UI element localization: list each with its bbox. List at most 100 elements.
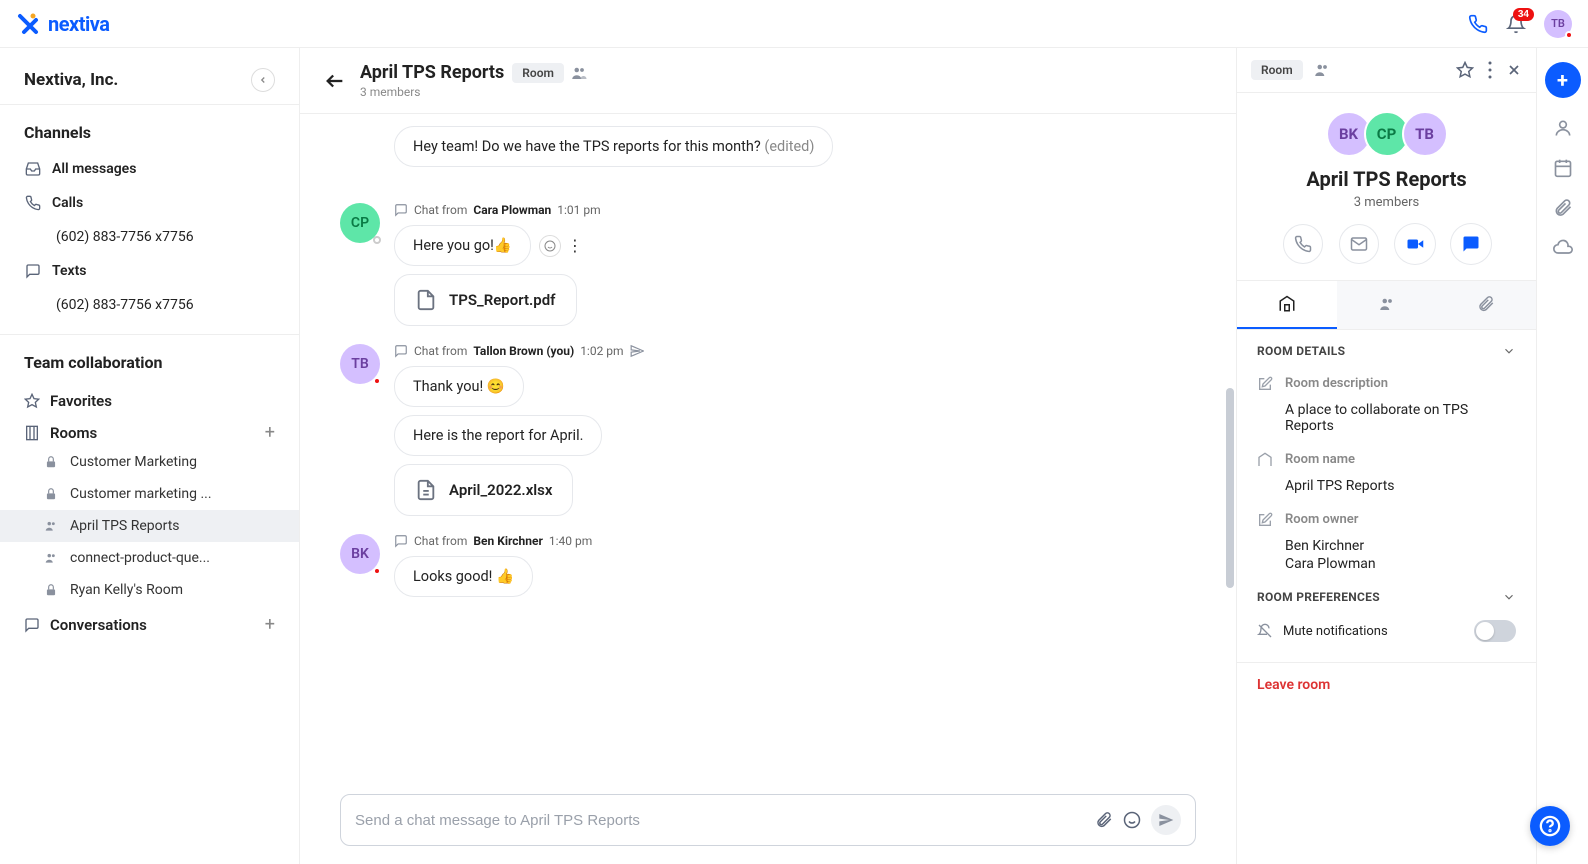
calendar-icon[interactable] xyxy=(1553,158,1573,178)
room-owner-label: Room owner xyxy=(1285,512,1358,528)
message-bubble: Here you go!👍 xyxy=(394,225,531,266)
room-owner-value: Cara Plowman xyxy=(1257,554,1516,572)
message-bubble: Here is the report for April. xyxy=(394,415,602,456)
message-more-button[interactable]: ⋮ xyxy=(567,236,583,255)
logo[interactable]: nextiva xyxy=(16,12,109,36)
channels-heading: Channels xyxy=(0,105,299,152)
nav-conversations[interactable]: Conversations xyxy=(24,616,147,634)
topbar-call-button[interactable] xyxy=(1468,14,1488,34)
tab-files[interactable] xyxy=(1436,281,1536,329)
nav-texts[interactable]: Texts xyxy=(0,254,299,288)
topbar: nextiva 34 TB xyxy=(0,0,1588,48)
message-row: TB Chat from Tallon Brown (you)1:02 pm Th… xyxy=(340,344,1196,516)
contacts-icon[interactable] xyxy=(1553,118,1573,138)
scrollbar[interactable] xyxy=(1226,388,1234,588)
chevron-down-icon[interactable] xyxy=(1502,590,1516,604)
logo-icon xyxy=(16,12,40,36)
message-avatar: CP xyxy=(340,203,380,243)
right-rail: + xyxy=(1536,48,1588,864)
nav-rooms[interactable]: Rooms xyxy=(24,424,97,442)
room-item[interactable]: Customer marketing ... xyxy=(0,478,299,510)
add-conversation-button[interactable]: + xyxy=(265,616,275,634)
cloud-icon[interactable] xyxy=(1553,238,1573,258)
mute-toggle[interactable] xyxy=(1474,620,1516,642)
room-details-heading: ROOM DETAILS xyxy=(1257,344,1345,358)
room-item[interactable]: Ryan Kelly's Room xyxy=(0,574,299,606)
members-icon[interactable] xyxy=(1313,61,1331,79)
room-item[interactable]: connect-product-que... xyxy=(0,542,299,574)
file-attachment[interactable]: TPS_Report.pdf xyxy=(394,274,577,326)
mute-label: Mute notifications xyxy=(1283,624,1388,639)
collab-heading: Team collaboration xyxy=(0,335,299,382)
room-desc-label: Room description xyxy=(1285,376,1388,392)
back-button[interactable] xyxy=(324,70,346,92)
file-attachment[interactable]: April_2022.xlsx xyxy=(394,464,573,516)
nav-all-messages[interactable]: All messages xyxy=(0,152,299,186)
people-icon xyxy=(44,519,60,533)
tab-members[interactable] xyxy=(1337,281,1437,329)
room-owner-value: Ben Kirchner xyxy=(1257,536,1516,554)
attach-button[interactable] xyxy=(1095,811,1113,829)
details-call-button[interactable] xyxy=(1283,224,1323,264)
lock-icon xyxy=(44,487,60,501)
message-bubble: Thank you! 😊 xyxy=(394,366,524,407)
room-label: Customer marketing ... xyxy=(70,486,212,502)
room-item[interactable]: Customer Marketing xyxy=(0,446,299,478)
file-icon xyxy=(415,479,437,501)
attachments-icon[interactable] xyxy=(1553,198,1573,218)
details-email-button[interactable] xyxy=(1339,224,1379,264)
chevron-down-icon[interactable] xyxy=(1502,344,1516,358)
members-icon[interactable] xyxy=(570,64,588,82)
phone-icon xyxy=(24,195,42,211)
mute-icon xyxy=(1257,623,1273,639)
help-button[interactable] xyxy=(1530,806,1570,846)
more-button[interactable] xyxy=(1488,61,1492,79)
react-button[interactable] xyxy=(539,235,561,257)
topbar-notifications-button[interactable]: 34 xyxy=(1506,14,1526,34)
room-prefs-heading: ROOM PREFERENCES xyxy=(1257,590,1380,604)
room-item[interactable]: April TPS Reports xyxy=(0,510,299,542)
nav-favorites[interactable]: Favorites xyxy=(0,382,299,414)
edit-icon xyxy=(1257,512,1275,528)
room-badge: Room xyxy=(1251,60,1303,80)
add-room-button[interactable]: + xyxy=(265,424,275,442)
leave-room-button[interactable]: Leave room xyxy=(1237,662,1536,707)
sidebar: Nextiva, Inc. Channels All messages Call… xyxy=(0,48,300,864)
topbar-avatar[interactable]: TB xyxy=(1544,10,1572,38)
details-chat-button[interactable] xyxy=(1451,224,1491,264)
room-desc-value: A place to collaborate on TPS Reports xyxy=(1257,400,1516,434)
message-row: BKChat from Ben Kirchner1:40 pmLooks goo… xyxy=(340,534,1196,597)
message-list: Hey team! Do we have the TPS reports for… xyxy=(300,114,1236,780)
chat-icon xyxy=(394,344,408,358)
tab-details[interactable] xyxy=(1237,281,1337,329)
chat-area: April TPS Reports Room 3 members Hey tea… xyxy=(300,48,1236,864)
details-panel: Room BKCPTB April TPS Reports 3 members xyxy=(1236,48,1536,864)
details-avatar: TB xyxy=(1402,111,1448,157)
room-label: Customer Marketing xyxy=(70,454,197,470)
collapse sidebar-button[interactable] xyxy=(251,68,275,92)
chat-icon xyxy=(394,534,408,548)
notification-badge: 34 xyxy=(1513,8,1534,21)
send-button[interactable] xyxy=(1151,805,1181,835)
nav-calls-number[interactable]: (602) 883-7756 x7756 xyxy=(0,220,299,254)
message-input[interactable] xyxy=(355,812,1085,829)
building-icon xyxy=(1257,452,1275,468)
building-icon xyxy=(24,425,40,441)
composer xyxy=(340,794,1196,846)
nav-calls[interactable]: Calls xyxy=(0,186,299,220)
favorite-button[interactable] xyxy=(1456,61,1474,79)
close-button[interactable] xyxy=(1506,62,1522,78)
chat-icon xyxy=(24,263,42,279)
message-row: CPChat from Cara Plowman1:01 pmHere you … xyxy=(340,203,1196,326)
file-name: TPS_Report.pdf xyxy=(449,291,556,309)
nav-texts-number[interactable]: (602) 883-7756 x7756 xyxy=(0,288,299,322)
chat-icon xyxy=(24,617,40,633)
room-name-label: Room name xyxy=(1285,452,1355,468)
message-meta: Chat from Tallon Brown (you)1:02 pm xyxy=(394,344,644,358)
emoji-button[interactable] xyxy=(1123,811,1141,829)
message-avatar: TB xyxy=(340,344,380,384)
details-video-button[interactable] xyxy=(1395,224,1435,264)
lock-icon xyxy=(44,455,60,469)
new-button[interactable]: + xyxy=(1545,62,1581,98)
file-icon xyxy=(415,289,437,311)
